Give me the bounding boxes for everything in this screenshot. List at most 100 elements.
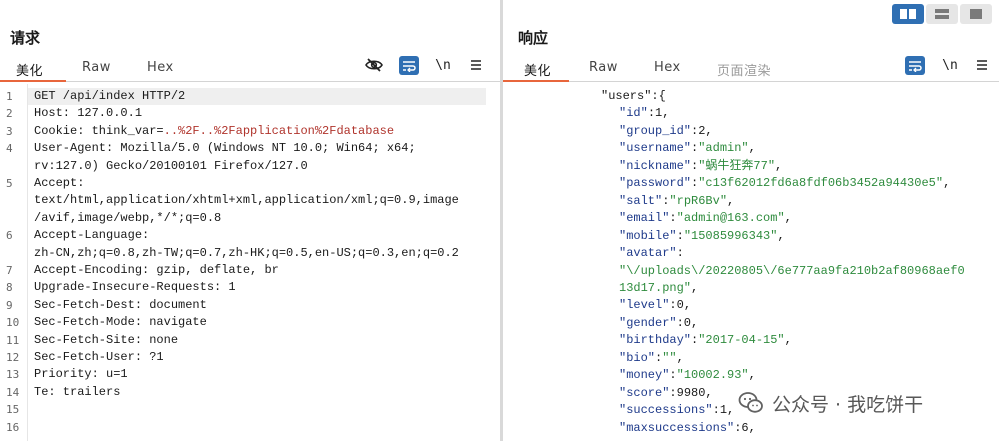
active-tab-underline [503,80,569,82]
json-line: "successions":1, [619,402,734,420]
json-punct: :1, [647,106,670,121]
json-line: "password":"c13f62012fd6a8fdf06b3452a944… [619,175,950,193]
wrap-lines-button[interactable] [905,56,925,75]
request-line: 2 Host: 127.0.0.1 [6,105,500,122]
request-line: 8 Upgrade-Insecure-Requests: 1 [6,279,500,296]
json-string: "10002.93" [676,368,749,383]
code-text: Host: 127.0.0.1 [34,106,143,121]
line-number: 10 [6,316,20,330]
line-number: 1 [6,90,13,103]
code-text: GET /api/index HTTP/2 [34,89,186,103]
code-text: User-Agent: Mozilla/5.0 (Windows NT 10.0… [34,141,416,156]
json-punct: , [775,158,783,173]
json-key: "maxsuccessions" [619,420,735,435]
request-code-area[interactable]: 1 GET /api/index HTTP/2 2 Host: 127.0.0.1 3 C… [6,84,500,441]
wrap-lines-button[interactable] [399,56,419,75]
line-number: 3 [6,124,13,138]
json-line: "score":9980, [619,385,713,403]
line-number: 13 [6,368,20,382]
json-punct: : [669,211,677,226]
show-newlines-button[interactable]: \n [940,55,960,75]
request-line: 5 Accept: [6,175,500,192]
json-string: "" [662,350,677,365]
watermark: 公众号 · 我吃饼干 [738,388,978,418]
show-newlines-button[interactable]: \n [433,55,453,75]
json-punct: :9980, [669,385,713,400]
request-tab-pretty[interactable]: 美化 [16,60,43,79]
json-key: "gender" [619,315,677,330]
json-key: "avatar" [619,246,677,261]
request-line: 16 [6,419,500,436]
response-pane: 响应 美化 Raw Hex 页面渲染 \n "users":{"id":1, "g… [503,0,999,441]
code-text: Sec-Fetch-Site: none [34,332,179,347]
menu-icon [471,60,481,70]
line-number: 8 [6,281,13,295]
request-line: 4 User-Agent: Mozilla/5.0 (Windows NT 10.… [6,140,500,157]
single-pane-button[interactable] [960,4,992,24]
code-text: text/html,application/xhtml+xml,applicat… [34,193,459,208]
json-key: "password" [619,176,692,191]
json-line: "users":{ [601,88,666,106]
code-text: Priority: u=1 [34,367,128,382]
code-text: Sec-Fetch-Dest: document [34,297,207,312]
request-line: 9 Sec-Fetch-Dest: document [6,297,500,314]
json-punct: :0, [676,315,699,330]
request-menu-button[interactable] [467,55,485,75]
split-horizontal-button[interactable] [892,4,924,24]
split-horizontal-icon [900,9,916,19]
request-line: zh-CN,zh;q=0.8,zh-TW;q=0.7,zh-HK;q=0.5,e… [28,245,500,262]
json-line: "mobile":"15085996343", [619,228,785,246]
request-editor[interactable]: 1 GET /api/index HTTP/2 2 Host: 127.0.0.1 3 C… [0,84,500,441]
request-pane: 请求 美化 Raw Hex \n 1 GET /api/index HTTP/2… [0,0,500,441]
request-line: 1 GET /api/index HTTP/2 [6,88,500,105]
eye-off-icon [365,58,383,72]
line-number: 2 [6,107,13,121]
request-line: 15 [6,401,500,418]
code-text: Te: trailers [34,384,121,399]
code-text: Accept-Language: [34,228,150,243]
json-punct: :0, [669,298,692,313]
json-line: "email":"admin@163.com", [619,210,792,228]
request-line: 6 Accept-Language: [6,227,500,244]
json-key: "id" [619,106,648,121]
request-title: 请求 [10,29,41,47]
json-line: 13d17.png", [619,280,698,298]
json-line: "avatar": [619,245,684,263]
json-line: "salt":"rpR6Bv", [619,193,734,211]
cookie-value: ..%2F..%2Fapplication%2Fdatabase [163,123,395,138]
json-string: 13d17.png" [619,280,692,295]
active-tab-underline [0,80,66,82]
response-menu-button[interactable] [973,55,991,75]
json-punct: , [748,141,756,156]
request-tabs: 美化 Raw Hex [0,58,500,82]
request-tab-raw[interactable]: Raw [82,60,111,75]
json-string: "2017-04-15" [698,333,785,348]
json-key: "money" [619,368,670,383]
response-tab-hex[interactable]: Hex [654,60,681,75]
response-tab-raw[interactable]: Raw [589,60,618,75]
json-string: "rpR6Bv" [669,193,728,208]
json-line: "maxsuccessions":6, [619,420,756,438]
response-tab-render[interactable]: 页面渲染 [717,60,771,79]
line-number: 4 [6,142,13,156]
code-text: Sec-Fetch-Mode: navigate [34,315,207,330]
request-line: rv:127.0) Gecko/20100101 Firefox/127.0 [28,158,500,175]
json-string: "蜗牛狂奔77" [698,158,776,173]
json-punct: , [943,176,951,191]
response-tab-pretty[interactable]: 美化 [524,60,551,79]
code-text: rv:127.0) Gecko/20100101 Firefox/127.0 [34,158,308,173]
json-punct: , [784,211,792,226]
header-key: Cookie: think_var= [34,123,164,138]
json-line: "group_id":2, [619,123,713,141]
hide-button[interactable] [364,55,384,75]
line-number: 11 [6,333,20,347]
code-text: Sec-Fetch-User: ?1 [34,350,164,364]
line-number: 15 [6,403,20,417]
request-tab-hex[interactable]: Hex [147,60,174,75]
code-text: Accept: [34,176,85,190]
request-line: 14 Te: trailers [6,384,500,401]
json-punct: , [784,333,792,348]
json-line: "gender":0, [619,315,698,333]
code-text: Upgrade-Insecure-Requests: 1 [34,280,236,295]
split-vertical-button[interactable] [926,4,958,24]
